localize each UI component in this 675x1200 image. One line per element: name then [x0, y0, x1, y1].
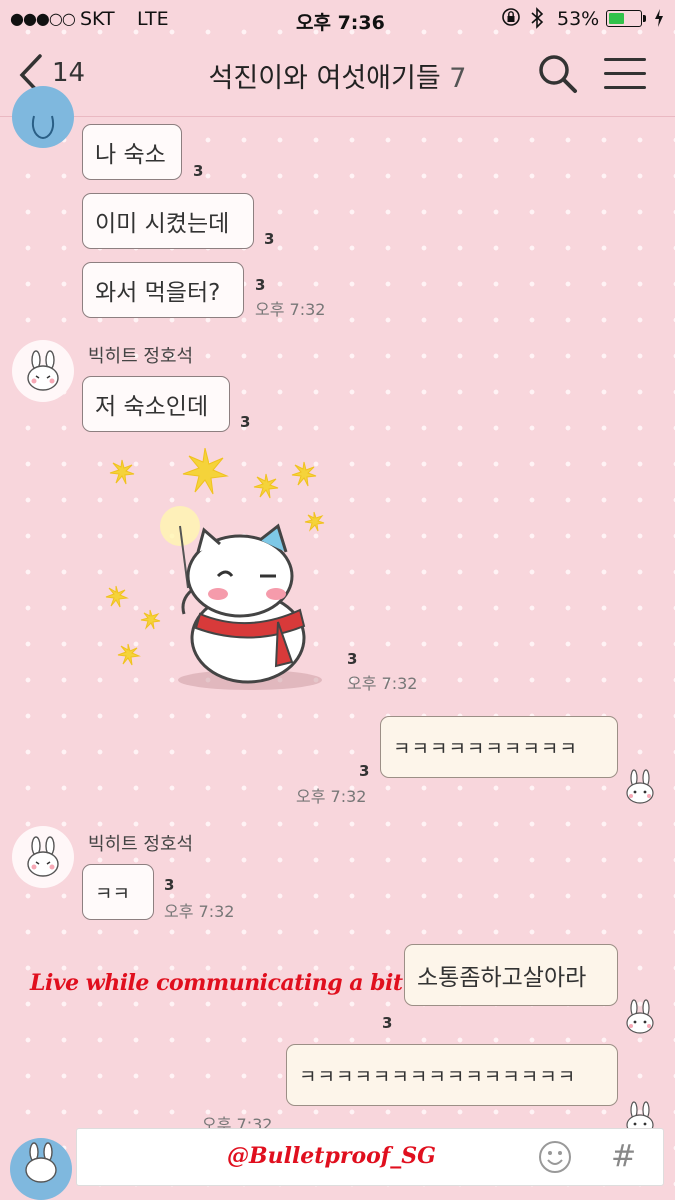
sender-avatar[interactable]: [10, 1138, 72, 1200]
battery-percent: 53%: [557, 8, 600, 30]
message-bubble[interactable]: 나 숙소: [82, 124, 182, 180]
sender-avatar[interactable]: [12, 86, 74, 148]
translation-caption: Live while communicating a bit: [30, 970, 403, 996]
my-bunny-avatar-icon: [626, 999, 654, 1034]
message-text: ㅋㅋㅋㅋㅋㅋㅋㅋㅋㅋ: [393, 737, 578, 760]
search-icon: [539, 55, 577, 93]
bunny-avatar-icon: [25, 1142, 57, 1183]
message-text: ㅋㅋㅋㅋㅋㅋㅋㅋㅋㅋㅋㅋㅋㅋㅋ: [299, 1065, 577, 1088]
search-button[interactable]: [536, 52, 580, 96]
message-text: 와서 먹을터?: [95, 280, 221, 306]
unread-count: 3: [347, 650, 358, 668]
message-time: 오후 7:32: [164, 902, 235, 921]
menu-line: [604, 72, 646, 75]
message-text: 저 숙소인데: [95, 394, 209, 420]
sender-name: 빅히트 정호석: [88, 346, 194, 367]
menu-line: [604, 86, 646, 89]
carrier-label: SKT: [80, 8, 115, 30]
chat-title-text: 석진이와 여섯애기들: [208, 63, 441, 94]
message-input-bar[interactable]: @Bulletproof_SG #: [76, 1128, 664, 1186]
my-bunny-avatar-icon: [626, 769, 654, 804]
sender-name: 빅히트 정호석: [88, 834, 194, 855]
watermark-text: @Bulletproof_SG: [227, 1143, 436, 1169]
message-time: 오후 7:32: [347, 674, 418, 693]
message-bubble[interactable]: 이미 시켰는데: [82, 193, 254, 249]
unread-count: 3: [193, 162, 204, 180]
emoji-icon[interactable]: [537, 1139, 573, 1175]
unread-count: 3: [264, 230, 275, 248]
unread-count: 3: [255, 276, 266, 294]
status-time: 오후 7:36: [296, 12, 385, 34]
message-text: ㅋㅋ: [95, 882, 130, 905]
orientation-lock-icon: [500, 6, 522, 33]
message-time: 오후 7:32: [255, 300, 326, 319]
sender-avatar[interactable]: [12, 340, 74, 402]
unread-count: 3: [382, 1014, 393, 1032]
network-label: LTE: [137, 8, 169, 30]
bunny-avatar-icon: [27, 836, 59, 877]
message-time: 오후 7:32: [296, 787, 367, 806]
member-count: 7: [449, 63, 467, 94]
message-text: 소통좀하고살아라: [417, 965, 587, 991]
unread-count: 3: [240, 413, 251, 431]
unread-count: 3: [359, 762, 370, 780]
status-bar: ●●●○○ SKT LTE 오후 7:36 53%: [0, 0, 675, 38]
bunny-avatar-icon: [27, 350, 59, 391]
chat-header: 14 석진이와 여섯애기들 7: [0, 38, 675, 117]
message-bubble[interactable]: 와서 먹을터?: [82, 262, 244, 318]
message-bubble[interactable]: 저 숙소인데: [82, 376, 230, 432]
hashtag-search-button[interactable]: #: [611, 1139, 636, 1174]
my-message-bubble[interactable]: 소통좀하고살아라: [404, 944, 618, 1006]
my-message-bubble[interactable]: ㅋㅋㅋㅋㅋㅋㅋㅋㅋㅋㅋㅋㅋㅋㅋ: [286, 1044, 618, 1106]
signal-strength-icon: ●●●○○: [10, 9, 76, 28]
menu-line: [604, 58, 646, 61]
battery-icon: [606, 10, 646, 27]
bluetooth-icon: [530, 6, 544, 35]
charging-icon: [654, 8, 664, 33]
my-message-bubble[interactable]: ㅋㅋㅋㅋㅋㅋㅋㅋㅋㅋ: [380, 716, 618, 778]
message-bubble[interactable]: ㅋㅋ: [82, 864, 154, 920]
message-text: 이미 시켰는데: [95, 211, 230, 237]
message-text: 나 숙소: [95, 142, 166, 168]
sender-avatar[interactable]: [12, 826, 74, 888]
cat-sparkler-sticker[interactable]: [100, 447, 340, 698]
unread-count: 3: [164, 876, 175, 894]
hamburger-menu-button[interactable]: [604, 58, 646, 92]
